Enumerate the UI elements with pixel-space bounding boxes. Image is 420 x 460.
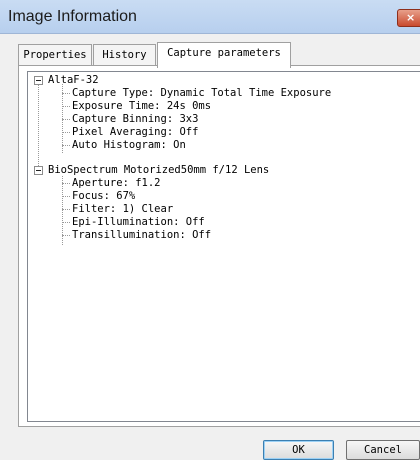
tree-item[interactable]: Pixel Averaging: Off xyxy=(72,126,198,139)
title-bar: Image Information × xyxy=(0,0,420,34)
tree-connector xyxy=(62,119,70,120)
tree-connector xyxy=(62,222,70,223)
collapse-toggle-icon[interactable] xyxy=(34,166,43,175)
tree-node-altaf32[interactable]: AltaF-32 xyxy=(48,74,99,87)
tree-connector xyxy=(38,84,39,174)
tree-item[interactable]: Exposure Time: 24s 0ms xyxy=(72,100,211,113)
tree-connector xyxy=(62,196,70,197)
tab-label: History xyxy=(102,49,147,61)
tree-node-biospectrum-lens[interactable]: BioSpectrum Motorized50mm f/12 Lens xyxy=(48,164,269,177)
tree-connector xyxy=(62,132,70,133)
tree-connector xyxy=(62,209,70,210)
tree-connector xyxy=(62,145,70,146)
tab-properties[interactable]: Properties xyxy=(18,44,92,66)
tree-item[interactable]: Focus: 67% xyxy=(72,190,135,203)
collapse-toggle-icon[interactable] xyxy=(34,76,43,85)
tree-item[interactable]: Auto Histogram: On xyxy=(72,139,186,152)
cancel-button[interactable]: Cancel xyxy=(346,440,420,460)
tab-history[interactable]: History xyxy=(93,44,156,66)
tree-connector xyxy=(62,183,70,184)
tree-item[interactable]: Transillumination: Off xyxy=(72,229,211,242)
tree-item[interactable]: Filter: 1) Clear xyxy=(72,203,173,216)
tree-connector xyxy=(62,235,70,236)
ok-button[interactable]: OK xyxy=(263,440,334,460)
tab-label: Properties xyxy=(23,49,87,61)
tab-label: Capture parameters xyxy=(167,47,281,59)
tree-item[interactable]: Capture Type: Dynamic Total Time Exposur… xyxy=(72,87,331,100)
close-icon: × xyxy=(406,11,416,24)
window-title: Image Information xyxy=(8,8,137,25)
tab-capture-parameters[interactable]: Capture parameters xyxy=(157,42,291,68)
tree-item[interactable]: Epi-Illumination: Off xyxy=(72,216,205,229)
tree-item[interactable]: Capture Binning: 3x3 xyxy=(72,113,198,126)
tree-connector xyxy=(62,106,70,107)
tree-item[interactable]: Aperture: f1.2 xyxy=(72,177,161,190)
tree-connector xyxy=(62,93,70,94)
close-button[interactable]: × xyxy=(397,9,420,27)
